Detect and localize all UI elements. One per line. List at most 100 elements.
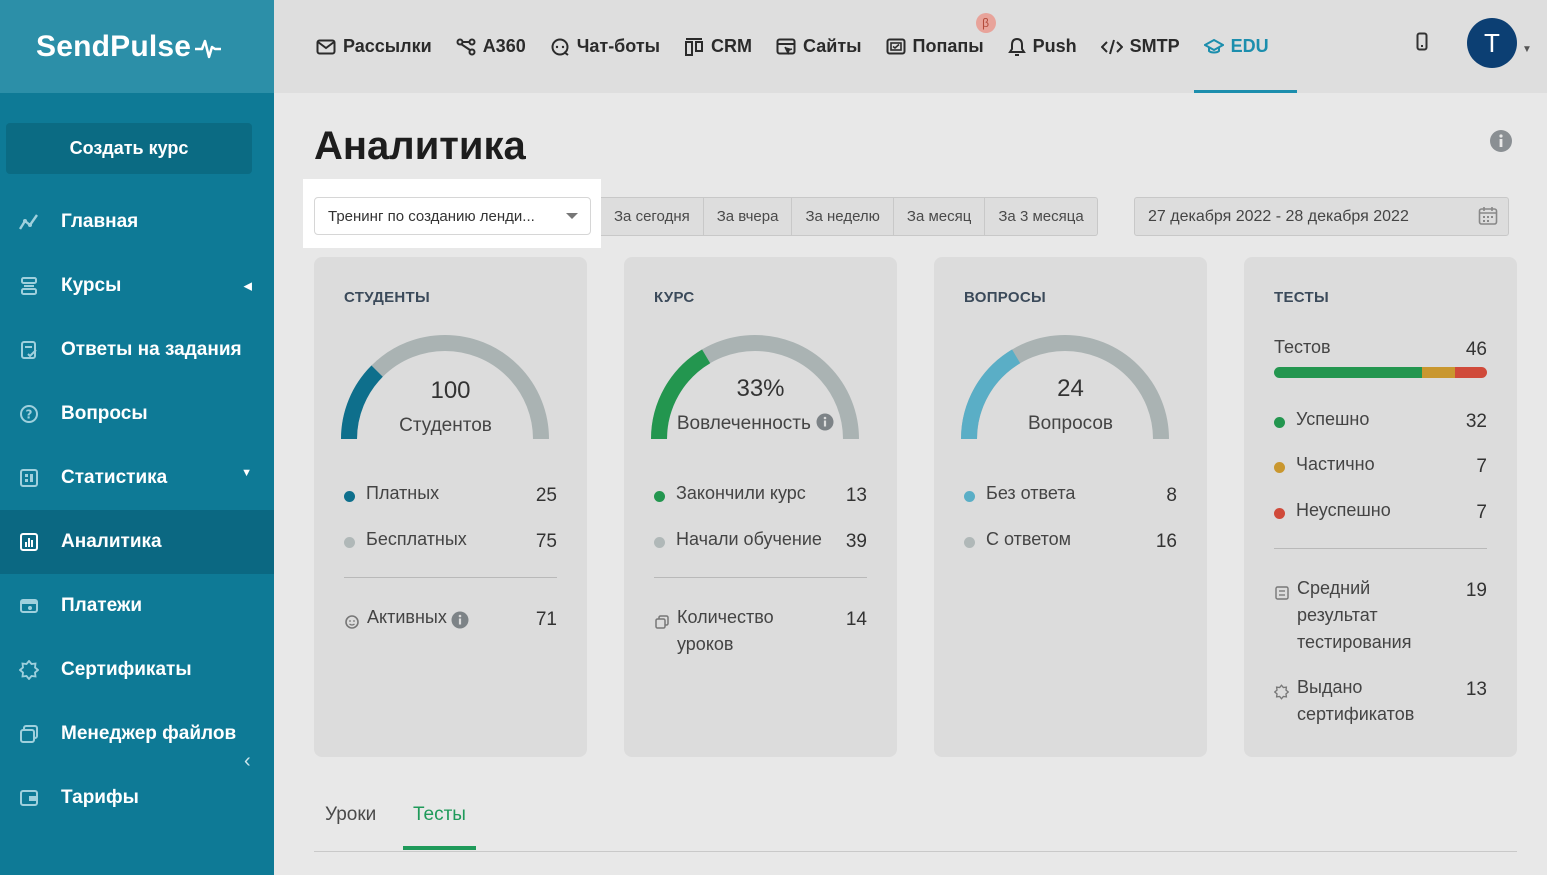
stat-row-answered: С ответом 16 <box>964 529 1177 553</box>
students-card: СТУДЕНТЫ 100 Студентов Платных 25 Беспла… <box>314 257 587 757</box>
sidebar-item-answers[interactable]: Ответы на задания <box>0 318 274 382</box>
sidebar-item-payments[interactable]: Платежи <box>0 574 274 638</box>
stat-label: Начали обучение <box>676 529 822 549</box>
course-select[interactable]: Тренинг по созданию ленди... <box>314 197 591 235</box>
course-select-highlight: Тренинг по созданию ленди... <box>303 179 601 248</box>
logo[interactable]: SendPulse <box>36 30 222 64</box>
sidebar-item-file-manager[interactable]: Менеджер файлов <box>0 702 274 766</box>
date-range-input[interactable]: 27 декабря 2022 - 28 декабря 2022 <box>1134 197 1509 236</box>
pricing-icon <box>18 787 40 809</box>
sidebar-item-statistics[interactable]: Статистика ▼ <box>0 446 274 510</box>
stat-value: 25 <box>535 485 557 506</box>
calendar-icon[interactable] <box>1478 206 1498 231</box>
stat-value: 39 <box>845 531 867 552</box>
topnav-chatbots[interactable]: Чат-боты <box>550 0 660 93</box>
period-filter: За сегодня За вчера За неделю За месяц З… <box>601 197 1098 236</box>
info-icon[interactable] <box>451 611 469 634</box>
period-today-button[interactable]: За сегодня <box>601 198 703 235</box>
sidebar-item-label: Платежи <box>61 595 143 616</box>
product-nav: Рассылки A360 Чат-боты CRM Сайты Попапы … <box>316 0 1297 93</box>
divider <box>344 577 557 578</box>
sidebar-item-label: Главная <box>61 211 139 232</box>
period-3months-button[interactable]: За 3 месяца <box>984 198 1096 235</box>
engagement-value: 33% <box>736 375 785 402</box>
avatar[interactable]: T <box>1467 18 1517 68</box>
stat-label-line: Количество <box>677 607 774 627</box>
stat-value: 16 <box>1155 531 1177 552</box>
create-course-button[interactable]: Создать курс <box>6 123 252 174</box>
sidebar-item-label: Курсы <box>61 275 122 296</box>
flow-icon <box>456 38 476 56</box>
tab-lessons[interactable]: Уроки <box>325 804 376 826</box>
sidebar-item-questions[interactable]: ? Вопросы <box>0 382 274 446</box>
topnav-label: Рассылки <box>343 36 432 56</box>
stat-label: Частично <box>1296 454 1375 474</box>
sidebar-nav: Главная Курсы ◀ Ответы на задания ? Вопр… <box>0 190 274 830</box>
stat-label-line: Средний <box>1297 578 1371 598</box>
question-icon: ? <box>18 403 40 425</box>
chat-icon <box>550 37 570 57</box>
stat-row-avg-result: Средний результат тестирования 19 <box>1274 578 1487 656</box>
sidebar-item-analytics[interactable]: Аналитика <box>0 510 274 574</box>
stat-label-line: тестирования <box>1297 632 1412 652</box>
stat-label: Успешно <box>1296 409 1370 429</box>
stat-row-free: Бесплатных 75 <box>344 529 557 553</box>
sidebar-item-pricing[interactable]: Тарифы <box>0 766 274 830</box>
topnav-edu[interactable]: EDU <box>1193 0 1297 93</box>
sidebar-item-label: Сертификаты <box>61 659 192 680</box>
date-range-value: 27 декабря 2022 - 28 декабря 2022 <box>1148 207 1409 225</box>
topnav-smtp[interactable]: SMTP <box>1100 0 1180 93</box>
period-week-button[interactable]: За неделю <box>791 198 892 235</box>
topnav-mailings[interactable]: Рассылки <box>316 0 432 93</box>
chevron-left-icon: ◀ <box>243 280 252 293</box>
tab-tests[interactable]: Тесты <box>413 804 466 826</box>
topnav-label: Попапы <box>912 36 984 56</box>
topnav-crm[interactable]: CRM <box>684 0 752 93</box>
topnav-popups[interactable]: Попапы β <box>886 0 996 93</box>
questions-total: 24 <box>1057 375 1084 402</box>
questions-total-label: Вопросов <box>1027 413 1114 434</box>
graduation-cap-icon <box>1203 38 1224 56</box>
students-total: 100 <box>430 377 471 404</box>
topnav-label: Push <box>1032 36 1077 56</box>
sidebar-item-label: Вопросы <box>61 403 148 424</box>
chevron-down-icon[interactable]: ▼ <box>1522 44 1532 55</box>
top-bar: Рассылки A360 Чат-боты CRM Сайты Попапы … <box>274 0 1547 93</box>
period-yesterday-button[interactable]: За вчера <box>702 198 792 235</box>
chart-line-icon <box>18 211 40 233</box>
sidebar-item-home[interactable]: Главная <box>0 190 274 254</box>
topnav-push[interactable]: Push <box>1007 0 1077 93</box>
stat-value: 13 <box>1465 679 1487 700</box>
sidebar-item-certificates[interactable]: Сертификаты <box>0 638 274 702</box>
stat-label: Количество уроков <box>677 604 846 658</box>
stat-label: Закончили курс <box>676 483 806 503</box>
stat-row-tests-total: Тестов 46 <box>1274 337 1487 361</box>
page-title: Аналитика <box>314 124 526 168</box>
stat-label: Средний результат тестирования <box>1297 575 1466 656</box>
active-tab-indicator <box>403 846 476 850</box>
stat-label-line: результат <box>1297 605 1378 625</box>
stat-row-certificates: Выдано сертификатов 13 <box>1274 677 1487 728</box>
topnav-sites[interactable]: Сайты <box>776 0 862 93</box>
sidebar-item-courses[interactable]: Курсы ◀ <box>0 254 274 318</box>
sidebar-collapse-icon[interactable]: ‹ <box>244 750 251 773</box>
sidebar-item-label: Тарифы <box>61 787 139 808</box>
stat-label-line: Выдано <box>1297 677 1363 697</box>
legend-dot <box>964 491 975 502</box>
info-icon[interactable] <box>1489 129 1513 158</box>
period-month-button[interactable]: За месяц <box>892 198 984 235</box>
topnav-a360[interactable]: A360 <box>456 0 526 93</box>
certificate-icon <box>18 659 40 681</box>
stat-label: Выдано сертификатов <box>1297 674 1466 728</box>
info-icon[interactable] <box>816 413 834 437</box>
stat-value: 7 <box>1476 456 1487 477</box>
stat-label-line: сертификатов <box>1297 704 1415 724</box>
mobile-icon[interactable] <box>1416 32 1428 57</box>
stat-row-lessons: Количество уроков 14 <box>654 607 867 658</box>
stat-value: 7 <box>1476 502 1487 523</box>
card-title: СТУДЕНТЫ <box>344 289 430 306</box>
stat-label-line: уроков <box>677 634 734 654</box>
stat-label: Тестов <box>1274 337 1331 357</box>
stat-label: Активных <box>367 607 447 627</box>
topnav-label: Чат-боты <box>576 36 661 56</box>
